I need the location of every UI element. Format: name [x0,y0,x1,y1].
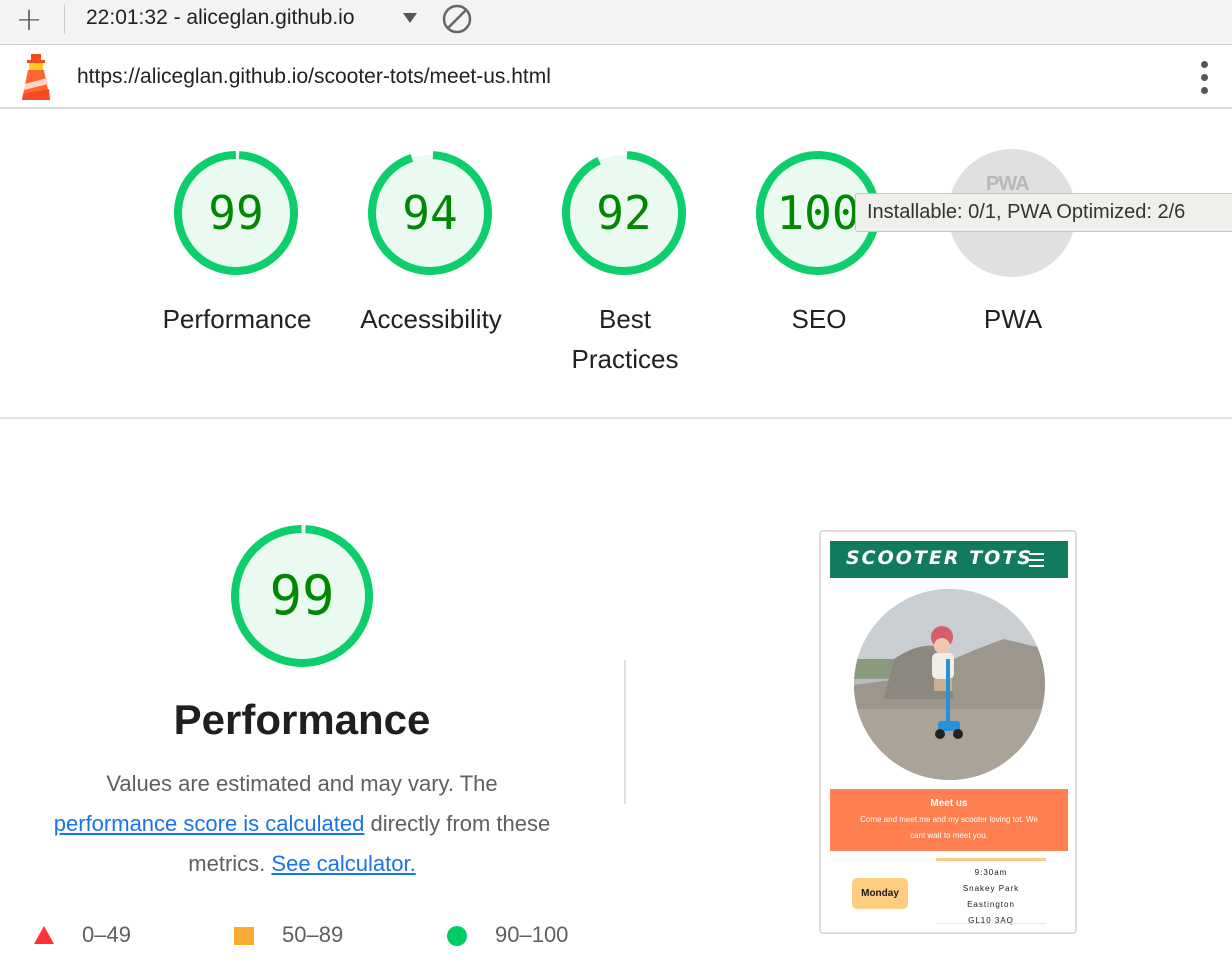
final-screenshot[interactable]: SCOOTER TOTS Meet us Come and meet me an… [819,530,1077,934]
see-calculator-link[interactable]: See calculator. [271,851,415,876]
gauge-score: 94 [402,186,458,240]
caret-down-icon[interactable] [403,13,417,23]
meet-town: Eastington [967,900,1015,909]
clear-block-icon[interactable] [441,3,473,35]
meet-time: 9:30am [974,868,1008,877]
report-selector[interactable]: 22:01:32 - aliceglan.github.io [86,6,355,30]
divider-line [936,923,1046,924]
gauge-performance[interactable]: 99 [172,149,300,277]
pwa-tooltip: Installable: 0/1, PWA Optimized: 2/6 [855,193,1232,232]
report-toolbar: + 22:01:32 - aliceglan.github.io [0,0,1232,45]
day-badge: Monday [852,878,908,909]
legend-fail: 0–49 [82,922,131,947]
pass-circle-icon [447,926,467,946]
toolbar-divider [64,4,65,34]
vertical-divider [624,660,626,804]
gauge-best-practices[interactable]: 92 [560,149,688,277]
banner-text: Come and meet me and my scooter loving t… [860,815,1038,840]
gauge-label-pwa[interactable]: PWA [918,299,1108,339]
tested-url[interactable]: https://aliceglan.github.io/scooter-tots… [77,65,551,89]
performance-description: Values are estimated and may vary. The p… [22,764,582,884]
fail-triangle-icon [34,926,54,944]
gauge-score: 92 [596,186,652,240]
lighthouse-icon [22,54,50,100]
performance-title: Performance [173,696,431,743]
banner-title: Meet us [930,798,968,809]
average-square-icon [234,927,254,945]
site-header: SCOOTER TOTS [830,541,1068,578]
gauge-accessibility[interactable]: 94 [366,149,494,277]
gauge-score: 99 [208,186,264,240]
gauge-label-performance[interactable]: Performance [142,299,332,339]
gauge-label-accessibility[interactable]: Accessibility [336,299,526,339]
legend-pass: 90–100 [495,922,569,947]
url-bar: https://aliceglan.github.io/scooter-tots… [0,46,1232,109]
gauge-label-best-practices[interactable]: Best Practices [530,299,720,379]
score-calculated-link[interactable]: performance score is calculated [54,811,365,836]
new-report-plus-icon[interactable]: + [12,3,46,38]
section-divider [0,417,1232,419]
legend-average: 50–89 [282,922,344,947]
more-vert-icon[interactable] [1192,61,1216,97]
gauge-label-seo[interactable]: SEO [724,299,914,339]
performance-score-gauge: 99 [229,523,375,669]
desc-text: Values are estimated and may vary. The [106,771,498,796]
hamburger-menu-icon [1029,553,1044,567]
meet-place: Snakey Park [962,884,1020,893]
meet-postcode: GL10 3AQ [968,916,1014,925]
meet-us-banner: Meet us Come and meet me and my scooter … [830,789,1068,851]
site-brand: SCOOTER TOTS [846,547,1033,569]
gauge-score: 99 [269,564,335,627]
scooter-photo [854,589,1045,780]
meet-details: 9:30am Snakey Park Eastington GL10 3AQ [931,865,1051,929]
divider-line [936,858,1046,861]
